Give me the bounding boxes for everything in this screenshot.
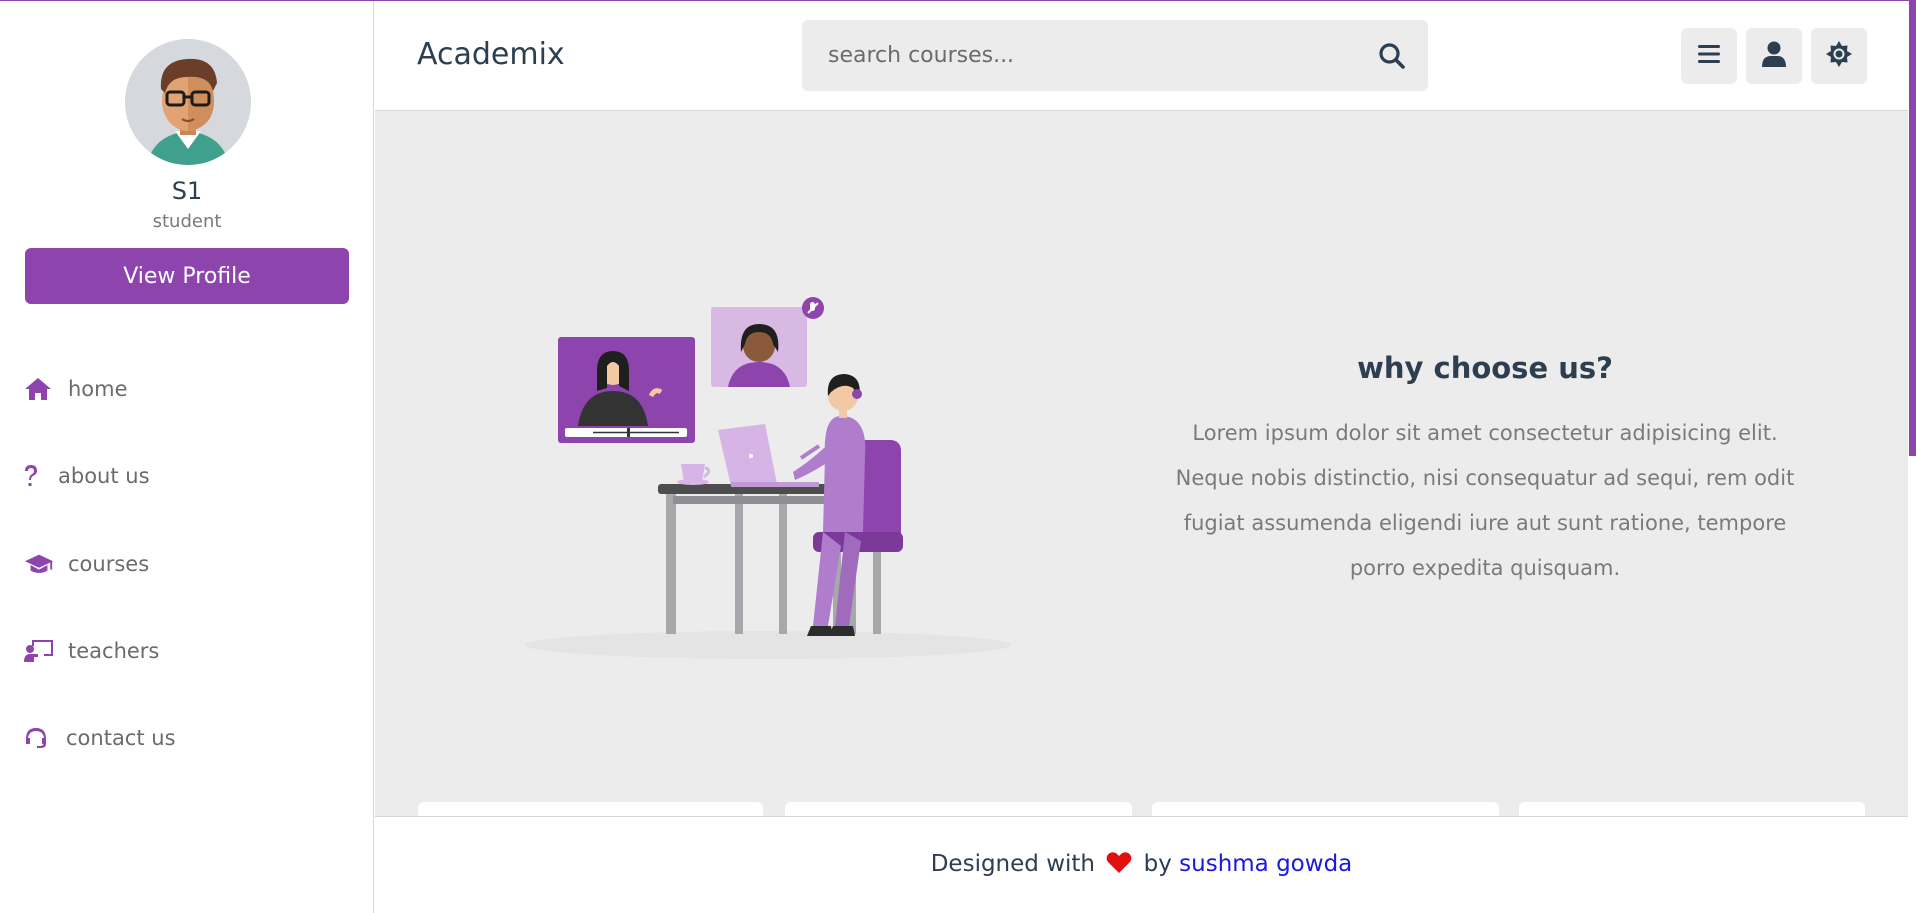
why-choose-us-heading: why choose us? (1357, 351, 1613, 385)
profile-name: S1 (171, 177, 203, 205)
sidebar: S1 student View Profile home about us co… (0, 1, 374, 913)
sidebar-item-contact-us[interactable]: contact us (24, 718, 176, 758)
author-link[interactable]: sushma gowda (1179, 851, 1352, 877)
sidebar-item-label: about us (58, 464, 150, 488)
sidebar-item-home[interactable]: home (24, 369, 128, 409)
scrollbar-thumb[interactable] (1909, 1, 1916, 456)
graduation-cap-icon (24, 552, 54, 576)
user-button[interactable] (1746, 28, 1802, 84)
sidebar-item-courses[interactable]: courses (24, 544, 149, 584)
avatar (125, 39, 251, 165)
search-box (802, 20, 1428, 91)
bars-icon (1697, 43, 1721, 69)
sidebar-item-about-us[interactable]: about us (24, 456, 150, 496)
home-icon (24, 377, 54, 401)
footer: Designed with by sushma gowda (375, 816, 1916, 913)
avatar-man-glasses-icon (125, 39, 251, 165)
theme-toggle-button[interactable] (1811, 28, 1867, 84)
sidebar-item-label: contact us (66, 726, 176, 750)
footer-credit: Designed with by sushma gowda (375, 851, 1908, 880)
sidebar-item-label: home (68, 377, 128, 401)
header: Academix (375, 1, 1916, 111)
footer-by: by (1143, 851, 1172, 877)
main-content: why choose us? Lorem ipsum dolor sit ame… (375, 111, 1916, 822)
online-learning-illustration (523, 296, 1023, 666)
sidebar-item-label: teachers (68, 639, 160, 663)
search-icon[interactable] (1378, 42, 1406, 70)
headset-icon (24, 726, 50, 750)
why-choose-us-text: Lorem ipsum dolor sit amet consectetur a… (1175, 421, 1795, 580)
sidebar-item-teachers[interactable]: teachers (24, 631, 159, 671)
view-profile-button[interactable]: View Profile (25, 248, 349, 304)
footer-prefix: Designed with (930, 851, 1095, 877)
question-icon (24, 464, 42, 488)
brand-logo[interactable]: Academix (417, 37, 565, 72)
user-icon (1762, 41, 1786, 71)
search-input[interactable] (802, 20, 1362, 91)
sun-icon (1825, 40, 1853, 72)
chalkboard-teacher-icon (24, 639, 54, 663)
profile-role: student (152, 211, 222, 232)
heart-icon (1106, 851, 1132, 880)
menu-button[interactable] (1681, 28, 1737, 84)
sidebar-item-label: courses (68, 552, 150, 576)
